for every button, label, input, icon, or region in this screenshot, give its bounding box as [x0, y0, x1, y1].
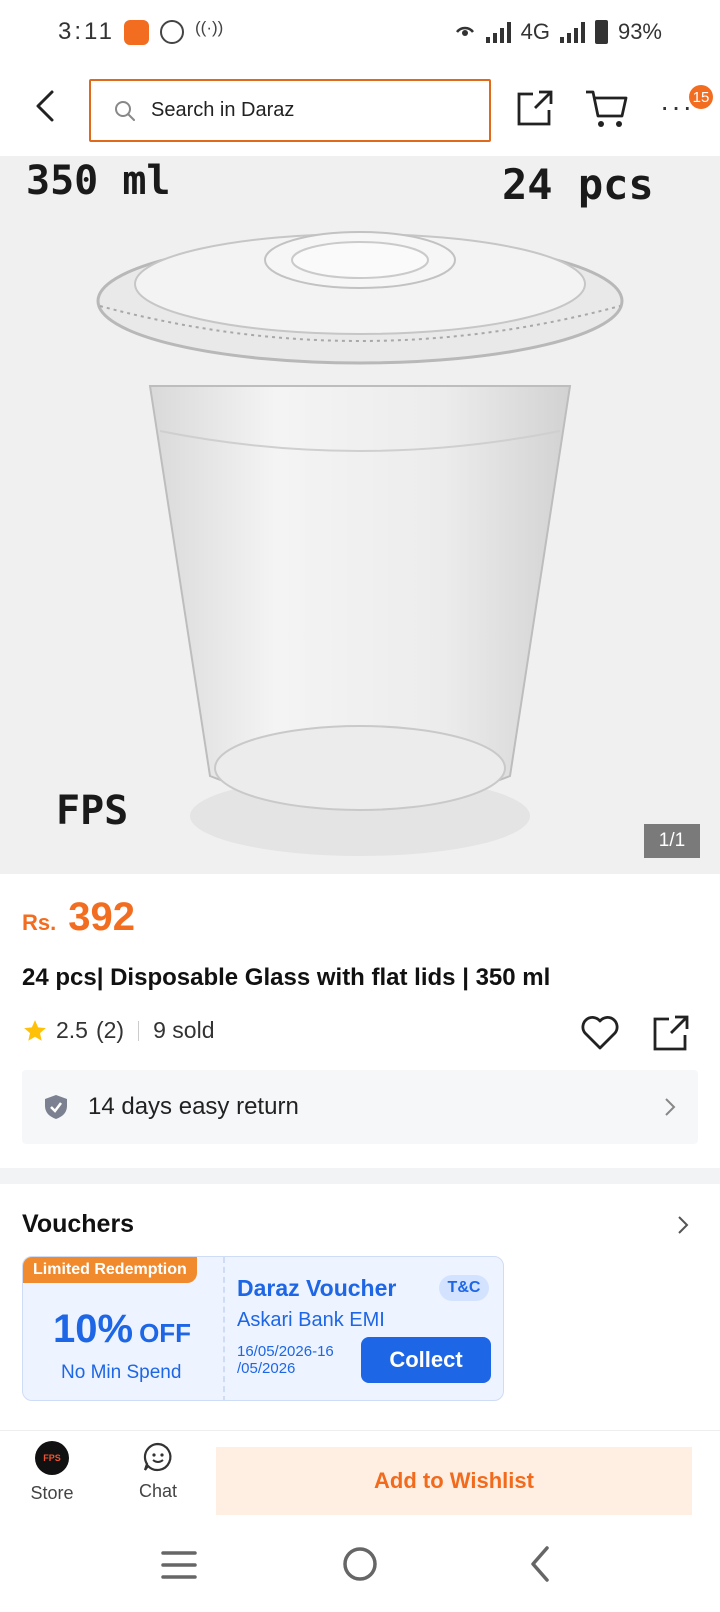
hotspot-icon: ((·)): [195, 18, 224, 37]
voucher-percent: 10% OFF: [53, 1307, 191, 1352]
return-policy-row[interactable]: 14 days easy return: [22, 1070, 698, 1144]
battery-icon: [594, 20, 608, 44]
voucher-percent-value: 10%: [53, 1307, 134, 1351]
signal-icon: [485, 21, 511, 43]
store-logo-text: FPS: [43, 1453, 61, 1463]
share-button[interactable]: [515, 88, 555, 128]
product-title: 24 pcs| Disposable Glass with flat lids …: [22, 964, 551, 991]
system-nav-bar: [0, 1522, 720, 1612]
voucher-subtitle: Askari Bank EMI: [237, 1309, 385, 1331]
voucher-tc-button[interactable]: T&C: [439, 1275, 489, 1301]
voucher-off-label: OFF: [139, 1318, 192, 1348]
back-arrow-icon: [36, 90, 54, 122]
chat-button[interactable]: Chat: [128, 1441, 188, 1502]
search-icon: [115, 100, 135, 121]
chat-label: Chat: [138, 1481, 178, 1501]
sold-count: 9 sold: [153, 1017, 215, 1043]
limited-redemption-tag: Limited Redemption: [23, 1257, 197, 1283]
top-header: Search in Daraz ···: [0, 66, 720, 156]
recent-apps-icon[interactable]: [160, 1548, 198, 1582]
image-volume-text: 350 ml: [26, 158, 171, 204]
price-block: Rs. 392: [22, 895, 135, 940]
search-placeholder: Search in Daraz: [151, 99, 295, 121]
daraz-app-icon: [124, 20, 149, 45]
whatsapp-icon: [160, 20, 184, 44]
voucher-discount-panel: Limited Redemption 10% OFF No Min Spend: [23, 1257, 223, 1400]
cart-count-badge: 15: [689, 85, 713, 109]
star-icon: [24, 1019, 46, 1041]
return-policy-text: 14 days easy return: [88, 1093, 299, 1120]
bottom-action-bar: FPS Store Chat Add to Wishlist: [0, 1430, 720, 1522]
search-input[interactable]: Search in Daraz: [89, 79, 491, 142]
rating-row[interactable]: 2.5 (2) 9 sold: [22, 1017, 214, 1044]
product-share-button[interactable]: [651, 1013, 691, 1053]
rating-divider: [138, 1020, 140, 1041]
add-to-wishlist-button[interactable]: Add to Wishlist: [216, 1447, 692, 1515]
shield-icon: [45, 1095, 67, 1119]
chevron-right-icon: [665, 1098, 676, 1116]
signal-icon-2: [559, 21, 585, 43]
review-count: (2): [95, 1017, 125, 1043]
image-counter: 1/1: [644, 824, 700, 858]
image-brand-text: FPS: [56, 788, 129, 834]
product-image[interactable]: 350 ml 24 pcs FPS 1/1: [0, 156, 720, 874]
chat-icon: [143, 1442, 172, 1472]
status-time: 3:11: [58, 18, 115, 45]
chevron-right-icon[interactable]: [677, 1215, 689, 1235]
back-button[interactable]: [28, 86, 68, 126]
voucher-min-spend: No Min Spend: [61, 1362, 182, 1383]
section-divider: [0, 1168, 720, 1184]
more-icon: ···: [660, 91, 694, 122]
store-logo: FPS: [35, 1441, 69, 1475]
status-bar: 3:11 ((·)) 4G 93%: [0, 0, 720, 66]
wifi-icon: [454, 18, 476, 46]
price-value: 392: [68, 895, 135, 939]
store-button[interactable]: FPS Store: [22, 1441, 82, 1504]
vouchers-heading: Vouchers: [22, 1210, 135, 1238]
store-label: Store: [30, 1483, 74, 1503]
voucher-name: Daraz Voucher: [237, 1275, 397, 1301]
share-icon: [653, 1015, 689, 1051]
rating-value: 2.5: [56, 1017, 88, 1043]
status-right: 4G 93%: [454, 18, 662, 46]
voucher-perforation: [223, 1257, 225, 1400]
voucher-date: 16/05/2026-16 /05/2026: [237, 1343, 334, 1377]
home-icon[interactable]: [340, 1544, 380, 1584]
price-currency: Rs.: [22, 910, 57, 935]
share-icon: [517, 90, 553, 126]
cart-icon: [586, 90, 628, 127]
collect-button[interactable]: Collect: [361, 1337, 491, 1383]
image-quantity-text: 24 pcs: [502, 160, 654, 209]
heart-icon: [581, 1016, 619, 1050]
cup-illustration: [96, 231, 624, 856]
battery-level: 93%: [617, 19, 662, 44]
voucher-card: Limited Redemption 10% OFF No Min Spend D…: [22, 1256, 504, 1401]
cart-button[interactable]: [584, 88, 630, 130]
back-nav-icon[interactable]: [525, 1544, 555, 1584]
wishlist-heart-button[interactable]: [580, 1013, 620, 1051]
network-type: 4G: [520, 19, 550, 44]
